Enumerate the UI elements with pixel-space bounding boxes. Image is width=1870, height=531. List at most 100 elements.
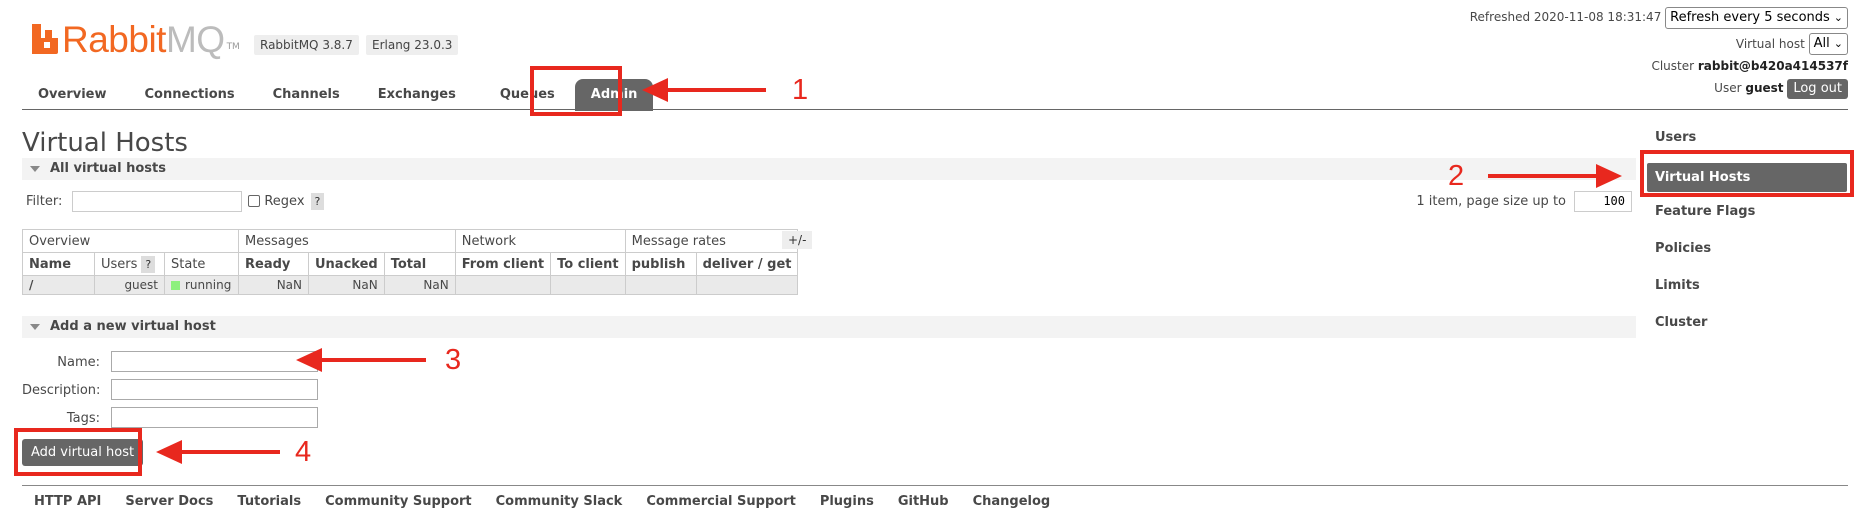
vhost-description-input[interactable] [111,379,318,400]
vhost-publish [624,275,697,295]
vhost-unacked: NaN [308,275,385,295]
footer-link-changelog[interactable]: Changelog [973,494,1051,509]
rabbitmq-version-badge: RabbitMQ 3.8.7 [254,35,359,55]
virtual-host-select[interactable]: All ⌄ [1808,33,1848,55]
group-header-network: Network [454,229,626,253]
table-row: / guest running NaN NaN NaN [22,275,799,295]
column-header-users[interactable]: Users? [94,252,165,276]
erlang-version-badge: Erlang 23.0.3 [366,35,459,55]
header-status-panel: Refreshed 2020-11-08 18:31:47 Refresh ev… [1428,6,1848,99]
vhost-tags-input[interactable] [111,407,318,428]
vhost-deliver-get [695,275,799,295]
vhost-state-text: running [185,278,232,292]
footer-link-http-api[interactable]: HTTP API [34,494,101,509]
paging-controls: 1 item, page size up to 100 [1416,191,1632,212]
tab-exchanges[interactable]: Exchanges [364,80,470,110]
column-header-unacked[interactable]: Unacked [308,252,385,276]
refreshed-timestamp: Refreshed 2020-11-08 18:31:47 [1469,10,1662,24]
column-header-from-client[interactable]: From client [454,252,552,276]
footer-link-plugins[interactable]: Plugins [820,494,874,509]
chevron-down-icon: ⌄ [1833,10,1843,24]
regex-checkbox[interactable] [248,195,261,207]
cluster-label: Cluster [1651,59,1695,73]
logo-trademark: TM [226,42,240,52]
footer-links: HTTP API Server Docs Tutorials Community… [34,494,1074,509]
users-help-button[interactable]: ? [141,255,156,273]
vhost-state: running [164,275,239,295]
tab-channels[interactable]: Channels [259,80,354,110]
regex-label: Regex [264,193,305,209]
filter-input[interactable] [72,190,243,212]
virtual-host-value: All [1813,36,1830,51]
column-header-state[interactable]: State [164,252,239,276]
user-label: User [1714,81,1742,95]
filter-row: Filter: Regex ? [26,190,325,212]
group-header-messages: Messages [238,229,456,253]
paging-text: 1 item, page size up to [1416,194,1566,209]
tab-divider [22,109,1848,110]
sidebar-item-cluster[interactable]: Cluster [1655,311,1850,348]
filter-label: Filter: [26,193,63,209]
add-virtual-host-heading: Add a new virtual host [50,319,216,334]
annotation-arrow-line [178,450,280,454]
virtual-host-label: Virtual host [1735,36,1805,51]
vhost-from-client [454,275,552,295]
page-size-input[interactable]: 100 [1574,191,1632,212]
all-virtual-hosts-section-toggle[interactable]: All virtual hosts [22,158,1636,180]
rabbitmq-logo[interactable]: Rabbit MQ TM [32,16,240,58]
annotation-arrow-right-icon [1596,164,1622,188]
footer-link-server-docs[interactable]: Server Docs [125,494,213,509]
footer-link-github[interactable]: GitHub [898,494,949,509]
annotation-arrow-line [318,358,426,362]
annotation-number-3: 3 [445,344,462,376]
group-header-overview: Overview [22,229,239,253]
regex-help-button[interactable]: ? [310,192,325,210]
vhost-users: guest [94,275,165,295]
annotation-arrow-line [664,88,766,92]
vhost-name-input[interactable] [111,351,318,372]
logo-text-rabbit: Rabbit [62,19,166,60]
column-header-deliver-get[interactable]: deliver / get [695,252,799,276]
tab-connections[interactable]: Connections [131,80,249,110]
annotation-number-2: 2 [1448,160,1465,192]
add-virtual-host-section-toggle[interactable]: Add a new virtual host [22,316,1636,338]
annotation-box-admin-tab [530,66,622,116]
footer-link-community-slack[interactable]: Community Slack [496,494,623,509]
annotation-arrow-line [1488,174,1598,178]
group-header-message-rates: Message rates [624,229,799,253]
sidebar-item-policies[interactable]: Policies [1655,237,1850,274]
collapse-triangle-icon [30,324,40,330]
footer-link-community-support[interactable]: Community Support [325,494,472,509]
rabbitmq-logo-icon [32,24,58,54]
footer-link-tutorials[interactable]: Tutorials [237,494,301,509]
refresh-interval-select[interactable]: Refresh every 5 seconds ⌄ [1665,6,1848,29]
refresh-interval-value: Refresh every 5 seconds [1670,9,1830,25]
column-header-name[interactable]: Name [22,252,95,276]
column-header-users-label: Users [101,256,138,272]
tags-field-label: Tags: [66,411,100,426]
chevron-down-icon: ⌄ [1833,37,1843,50]
vhost-total: NaN [383,275,456,295]
column-header-publish[interactable]: publish [624,252,697,276]
column-header-ready[interactable]: Ready [238,252,309,276]
vhost-name-link[interactable]: / [22,275,95,295]
annotation-number-4: 4 [295,436,312,468]
cluster-name: rabbit@b420a414537f [1697,59,1848,73]
virtual-hosts-table: Overview Messages Network Message rates … [22,229,799,295]
annotation-box-virtual-hosts [1640,150,1854,197]
logout-button[interactable]: Log out [1787,78,1848,99]
all-virtual-hosts-heading: All virtual hosts [50,161,166,176]
annotation-number-1: 1 [792,74,809,106]
tab-overview[interactable]: Overview [24,80,121,110]
sidebar-item-feature-flags[interactable]: Feature Flags [1655,200,1850,237]
description-field-label: Description: [22,383,101,398]
column-header-to-client[interactable]: To client [550,252,626,276]
sidebar-item-limits[interactable]: Limits [1655,274,1850,311]
vhost-to-client [550,275,626,295]
logo-text-mq: MQ [165,19,225,60]
column-header-total[interactable]: Total [383,252,456,276]
page-title: Virtual Hosts [22,128,188,158]
state-running-indicator [171,281,180,290]
column-toggle-button[interactable]: +/- [782,231,813,249]
footer-link-commercial-support[interactable]: Commercial Support [646,494,796,509]
